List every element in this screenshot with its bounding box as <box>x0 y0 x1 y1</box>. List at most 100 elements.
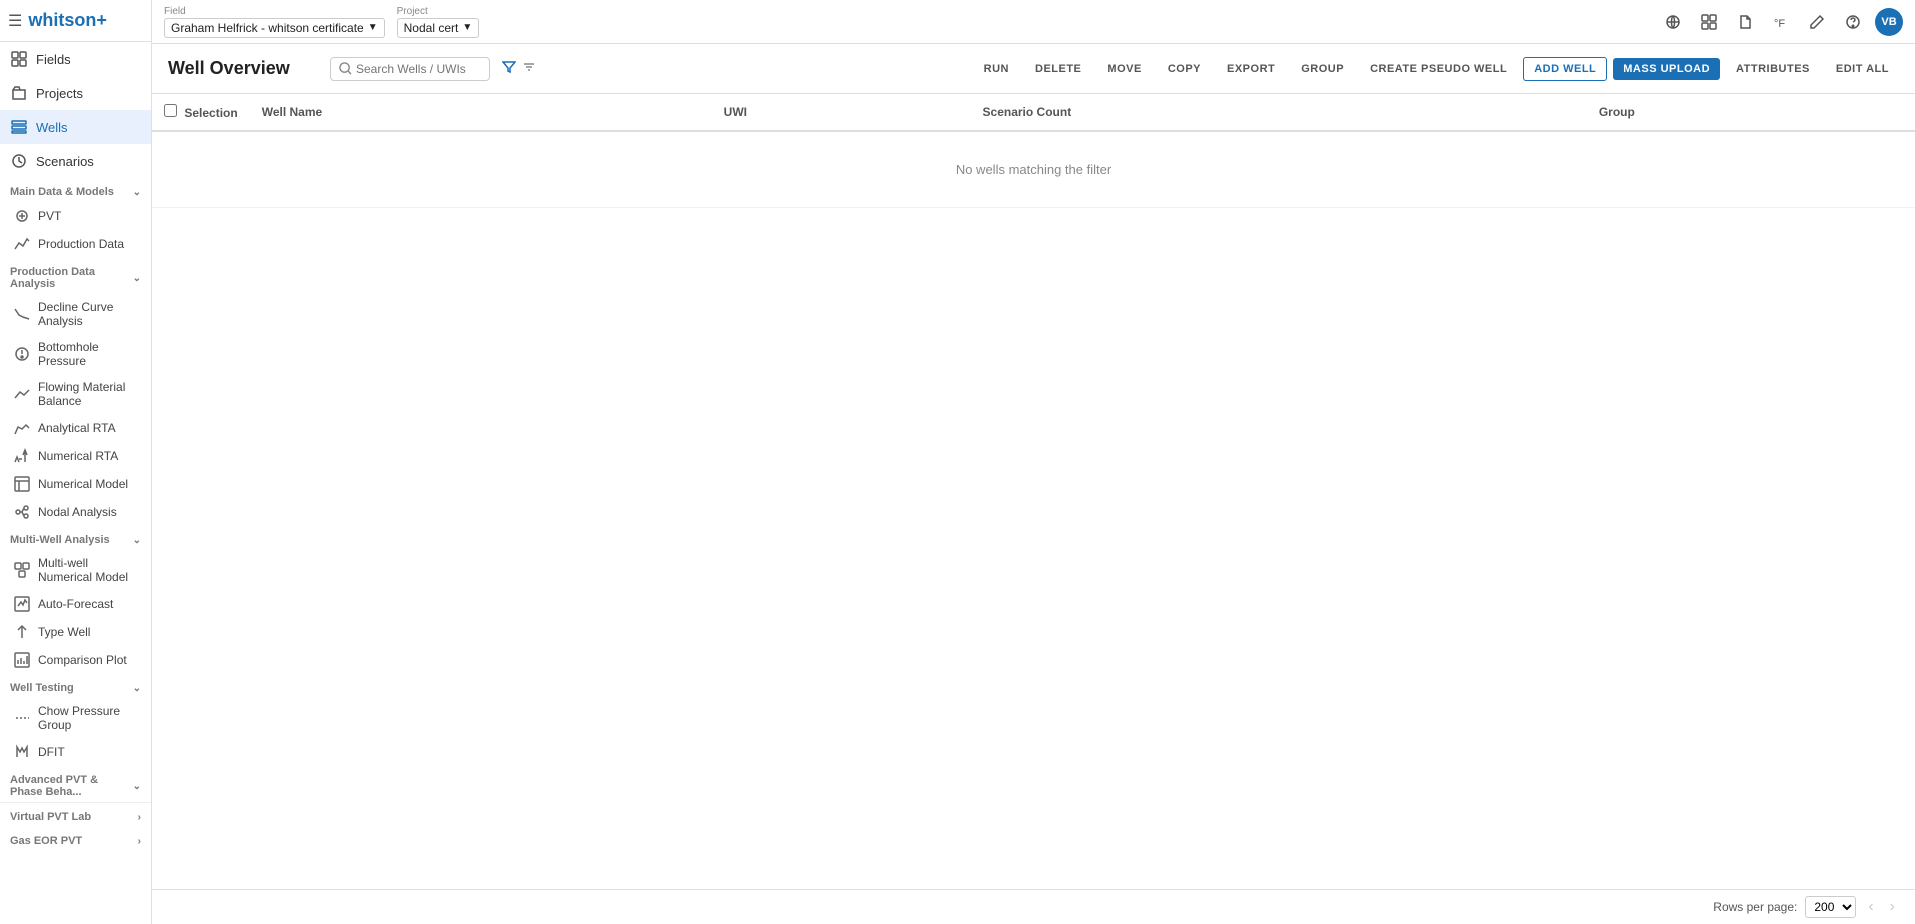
attributes-button[interactable]: ATTRIBUTES <box>1726 58 1820 80</box>
edit-icon-btn[interactable] <box>1803 8 1831 36</box>
main-content: Field Graham Helfrick - whitson certific… <box>152 0 1915 924</box>
no-data-message: No wells matching the filter <box>152 131 1915 208</box>
sidebar-item-production-data[interactable]: Production Data <box>0 230 151 258</box>
collapse-gas-eor-icon[interactable]: › <box>138 836 141 847</box>
sidebar-item-numerical-model[interactable]: Numerical Model <box>0 470 151 498</box>
filter-icon[interactable] <box>502 60 516 78</box>
help-icon-btn[interactable] <box>1839 8 1867 36</box>
sidebar-item-bottomhole[interactable]: Bottomhole Pressure <box>0 334 151 374</box>
sidebar-item-fields[interactable]: Fields <box>0 42 151 76</box>
selection-column-header: Selection <box>152 94 250 131</box>
nodal-analysis-icon <box>14 504 30 520</box>
multi-well-numerical-icon <box>14 562 30 578</box>
sidebar-item-decline-curve[interactable]: Decline Curve Analysis <box>0 294 151 334</box>
type-well-icon <box>14 624 30 640</box>
search-icon <box>339 62 352 75</box>
sidebar-item-projects[interactable]: Projects <box>0 76 151 110</box>
table-header-row: Selection Well Name UWI Scenario Count G… <box>152 94 1915 131</box>
collapse-production-icon[interactable]: ⌄ <box>133 273 141 284</box>
project-dropdown-icon: ▼ <box>462 22 472 33</box>
globe-icon-btn[interactable] <box>1659 8 1687 36</box>
auto-forecast-icon <box>14 596 30 612</box>
scenarios-icon <box>10 152 28 170</box>
dfit-icon <box>14 744 30 760</box>
hamburger-icon[interactable]: ☰ <box>8 11 22 31</box>
field-dropdown-icon: ▼ <box>368 22 378 33</box>
content-header: Well Overview RUN DELETE MOVE COPY EXPOR… <box>152 44 1915 94</box>
wells-icon <box>10 118 28 136</box>
project-selector[interactable]: Nodal cert ▼ <box>397 18 480 38</box>
project-selector-group: Project Nodal cert ▼ <box>397 6 480 38</box>
next-page-button[interactable]: › <box>1886 896 1899 918</box>
collapse-pvt-phase-icon[interactable]: ⌄ <box>133 781 141 792</box>
sidebar: ☰ whitson+ Fields Projects Wells Scenari… <box>0 0 152 924</box>
delete-button[interactable]: DELETE <box>1025 58 1091 80</box>
sidebar-item-scenarios[interactable]: Scenarios <box>0 144 151 178</box>
table-footer: Rows per page: 200 50 100 ‹ › <box>152 889 1915 924</box>
sort-icon[interactable] <box>522 60 536 78</box>
sidebar-item-wells[interactable]: Wells <box>0 110 151 144</box>
fields-icon <box>10 50 28 68</box>
filter-icons <box>502 60 536 78</box>
edit-all-button[interactable]: EDIT ALL <box>1826 58 1899 80</box>
group-column-header: Group <box>1587 94 1915 131</box>
sidebar-item-flowing-material[interactable]: Flowing Material Balance <box>0 374 151 414</box>
sidebar-item-auto-forecast[interactable]: Auto-Forecast <box>0 590 151 618</box>
section-virtual-pvt: Virtual PVT Lab › <box>0 802 151 827</box>
section-well-testing: Well Testing ⌄ <box>0 674 151 698</box>
move-button[interactable]: MOVE <box>1097 58 1151 80</box>
chow-pressure-icon <box>14 710 30 726</box>
comparison-plot-icon <box>14 652 30 668</box>
scenario-count-column-header: Scenario Count <box>971 94 1587 131</box>
sidebar-item-numerical-rta[interactable]: Numerical RTA <box>0 442 151 470</box>
decline-curve-icon <box>14 306 30 322</box>
svg-text:°F: °F <box>1774 18 1785 30</box>
select-all-checkbox[interactable] <box>164 104 177 117</box>
section-production-analysis: Production Data Analysis ⌄ <box>0 258 151 294</box>
collapse-main-data-icon[interactable]: ⌄ <box>133 187 141 198</box>
temp-icon-btn[interactable]: °F <box>1767 8 1795 36</box>
section-multi-well: Multi-Well Analysis ⌄ <box>0 526 151 550</box>
page-title: Well Overview <box>168 58 318 79</box>
sidebar-item-chow-pressure[interactable]: Chow Pressure Group <box>0 698 151 738</box>
export-button[interactable]: EXPORT <box>1217 58 1285 80</box>
sidebar-item-multi-well-numerical[interactable]: Multi-well Numerical Model <box>0 550 151 590</box>
pvt-icon <box>14 208 30 224</box>
create-pseudo-well-button[interactable]: CREATE PSEUDO WELL <box>1360 58 1517 80</box>
search-input[interactable] <box>356 62 476 76</box>
file-icon-btn[interactable] <box>1731 8 1759 36</box>
sidebar-item-type-well[interactable]: Type Well <box>0 618 151 646</box>
sidebar-item-analytical-rta[interactable]: Analytical RTA <box>0 414 151 442</box>
bottomhole-icon <box>14 346 30 362</box>
user-avatar[interactable]: VB <box>1875 8 1903 36</box>
app-name: whitson+ <box>28 10 107 31</box>
sidebar-item-dfit[interactable]: DFIT <box>0 738 151 766</box>
section-pvt-phase: Advanced PVT & Phase Beha... ⌄ <box>0 766 151 802</box>
collapse-virtual-pvt-icon[interactable]: › <box>138 812 141 823</box>
analytical-rta-icon <box>14 420 30 436</box>
section-main-data: Main Data & Models ⌄ <box>0 178 151 202</box>
search-wrap <box>330 57 490 81</box>
sidebar-item-nodal-analysis[interactable]: Nodal Analysis <box>0 498 151 526</box>
mass-upload-button[interactable]: MASS UPLOAD <box>1613 58 1720 80</box>
numerical-model-icon <box>14 476 30 492</box>
collapse-well-testing-icon[interactable]: ⌄ <box>133 683 141 694</box>
rows-per-page-select[interactable]: 200 50 100 <box>1805 896 1856 918</box>
numerical-rta-icon <box>14 448 30 464</box>
sidebar-item-comparison-plot[interactable]: Comparison Plot <box>0 646 151 674</box>
flowing-material-icon <box>14 386 30 402</box>
production-data-icon <box>14 236 30 252</box>
group-button[interactable]: GROUP <box>1291 58 1354 80</box>
collapse-multi-well-icon[interactable]: ⌄ <box>133 535 141 546</box>
prev-page-button[interactable]: ‹ <box>1864 896 1877 918</box>
wells-table: Selection Well Name UWI Scenario Count G… <box>152 94 1915 208</box>
search-box[interactable] <box>330 57 490 81</box>
add-well-button[interactable]: ADD WELL <box>1523 57 1607 81</box>
field-selector[interactable]: Graham Helfrick - whitson certificate ▼ <box>164 18 385 38</box>
run-button[interactable]: RUN <box>974 58 1019 80</box>
grid-icon-btn[interactable] <box>1695 8 1723 36</box>
topbar: Field Graham Helfrick - whitson certific… <box>152 0 1915 44</box>
copy-button[interactable]: COPY <box>1158 58 1211 80</box>
sidebar-item-pvt[interactable]: PVT <box>0 202 151 230</box>
app-logo: ☰ whitson+ <box>0 0 151 42</box>
